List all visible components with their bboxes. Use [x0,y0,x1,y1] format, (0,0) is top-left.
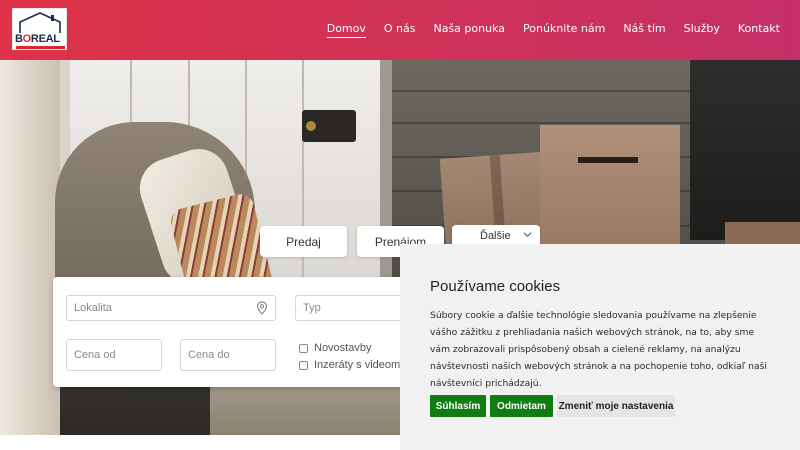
door-lock [302,110,356,142]
nav-item-domov[interactable]: Domov [326,22,366,38]
lokalita-placeholder: Lokalita [74,302,112,314]
house-logo-icon [19,12,61,33]
accept-cookies-button[interactable]: Súhlasím [430,395,486,417]
lokalita-input[interactable]: Lokalita [66,295,276,321]
site-header: BOREAL Domov O nás Naša ponuka Ponúknite… [0,0,800,60]
inzeraty-s-videom-checkbox-row[interactable]: Inzeráty s videom [299,359,400,371]
tab-predaj[interactable]: Predaj [260,226,347,257]
cena-od-input[interactable]: Cena od [66,339,162,371]
inzeraty-s-videom-label: Inzeráty s videom [314,359,401,371]
nav-item-nas-tim[interactable]: Náš tím [623,22,665,38]
novostavby-checkbox-row[interactable]: Novostavby [299,342,371,354]
nav-item-sluzby[interactable]: Služby [684,22,720,38]
stove [690,60,800,240]
search-panel: Lokalita Typ Cena od Cena do Novostavby … [53,277,455,387]
reject-cookies-button[interactable]: Odmietam [490,395,553,417]
logo-text: BOREAL [15,33,60,45]
nav-item-kontakt[interactable]: Kontakt [738,22,780,38]
chevron-down-icon [523,232,532,238]
cena-do-input[interactable]: Cena do [180,339,276,371]
main-nav: Domov O nás Naša ponuka Ponúknite nám Ná… [309,22,780,38]
cookie-settings-button[interactable]: Zmeniť moje nastavenia [557,395,675,417]
nav-item-o-nas[interactable]: O nás [384,22,416,38]
cena-od-placeholder: Cena od [74,349,116,361]
nav-item-ponuknite-nam[interactable]: Ponúknite nám [523,22,605,38]
cookie-banner: Používame cookies Súbory cookie a ďalšie… [400,244,800,450]
cena-do-placeholder: Cena do [188,349,230,361]
location-pin-icon [256,301,268,315]
cookie-text: Súbory cookie a ďalšie technológie sledo… [430,310,767,389]
typ-placeholder: Typ [303,302,321,314]
logo[interactable]: BOREAL [12,8,67,50]
nav-item-nasa-ponuka[interactable]: Naša ponuka [433,22,505,38]
more-dropdown-label: Ďalšie [480,230,511,242]
cookie-title: Používame cookies [430,278,561,295]
page: BOREAL Domov O nás Naša ponuka Ponúknite… [0,0,800,450]
inzeraty-s-videom-checkbox[interactable] [299,360,308,370]
novostavby-label: Novostavby [314,342,372,354]
novostavby-checkbox[interactable] [299,343,308,353]
curtain [0,60,60,435]
logo-bar [16,46,65,49]
